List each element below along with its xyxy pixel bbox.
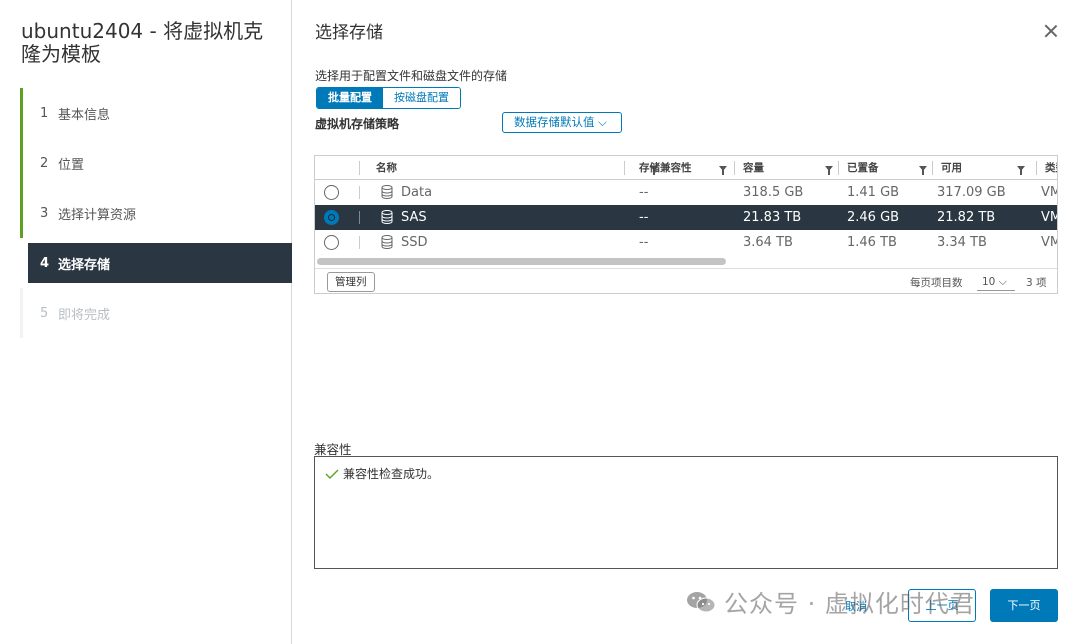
- table-row[interactable]: SSD -- 3.64 TB 1.46 TB 3.34 TB VM: [315, 230, 1057, 255]
- cell-free: 317.09 GB: [937, 185, 1006, 200]
- column-provisioned[interactable]: 已置备: [839, 156, 933, 180]
- per-page-label: 每页项目数: [910, 277, 963, 289]
- column-label: 已置备: [847, 162, 879, 174]
- step-number: 1: [40, 105, 49, 121]
- cell-name: SAS: [401, 210, 427, 225]
- wizard-sidebar: ubuntu2404 - 将虚拟机克隆为模板 1 基本信息 2 位置 3 选择计…: [0, 0, 292, 644]
- storage-policy-label: 虚拟机存储策略: [315, 117, 400, 131]
- datastore-icon: [381, 210, 393, 224]
- step-label: 即将完成: [58, 307, 111, 323]
- column-name[interactable]: 名称: [368, 156, 658, 180]
- step-number: 2: [40, 155, 49, 171]
- datastore-grid: 名称 存储兼容性 容量 已置备 可用 类 Data -- 318.5 GB 1.…: [314, 155, 1058, 294]
- cell-capacity: 3.64 TB: [743, 235, 793, 250]
- step-basic-info[interactable]: 1 基本信息: [20, 88, 292, 138]
- column-capacity[interactable]: 容量: [735, 156, 839, 180]
- datastore-icon: [381, 235, 393, 249]
- step-label: 基本信息: [58, 107, 111, 123]
- column-compatibility[interactable]: 存储兼容性: [631, 156, 735, 180]
- check-icon: [325, 469, 339, 479]
- item-count: 3 项: [1026, 277, 1047, 289]
- grid-footer: 管理列 每页项目数 10 ⌵ 3 项: [315, 268, 1057, 293]
- cell-compat: --: [639, 210, 649, 225]
- config-mode-toggle: 批量配置 按磁盘配置: [316, 87, 461, 109]
- column-label: 容量: [743, 162, 764, 174]
- filter-icon[interactable]: [1017, 166, 1025, 175]
- cell-type: VM: [1041, 210, 1057, 225]
- column-type[interactable]: 类型: [1037, 156, 1057, 180]
- step-select-storage[interactable]: 4 选择存储: [28, 243, 292, 283]
- cell-name: Data: [401, 185, 433, 200]
- per-page-select[interactable]: 10 ⌵: [977, 273, 1015, 291]
- grid-header: 名称 存储兼容性 容量 已置备 可用 类: [315, 156, 1057, 180]
- compatibility-message: 兼容性检查成功。: [325, 465, 439, 482]
- manage-columns-button[interactable]: 管理列: [327, 272, 375, 292]
- row-radio[interactable]: [324, 210, 339, 225]
- wizard-title: ubuntu2404 - 将虚拟机克隆为模板: [21, 19, 264, 66]
- step-label: 位置: [58, 157, 85, 173]
- column-label: 可用: [941, 162, 962, 174]
- storage-policy-select[interactable]: 数据存储默认值 ⌵: [502, 112, 622, 133]
- horizontal-scrollbar[interactable]: [317, 258, 726, 265]
- column-free[interactable]: 可用: [933, 156, 1037, 180]
- row-radio[interactable]: [324, 185, 339, 200]
- cell-type: VM: [1041, 185, 1057, 200]
- column-label: 名称: [376, 162, 397, 174]
- datastore-icon: [381, 185, 393, 199]
- step-label: 选择存储: [58, 257, 111, 273]
- cell-compat: --: [639, 235, 649, 250]
- cell-capacity: 318.5 GB: [743, 185, 804, 200]
- page-subtitle: 选择用于配置文件和磁盘文件的存储: [315, 69, 508, 83]
- step-ready-to-complete: 5 即将完成: [20, 288, 292, 338]
- compatibility-text: 兼容性检查成功。: [343, 467, 440, 481]
- page-title: 选择存储: [315, 23, 383, 43]
- per-disk-config-button[interactable]: 按磁盘配置: [383, 88, 460, 108]
- step-number: 3: [40, 205, 49, 221]
- cell-type: VM: [1041, 235, 1057, 250]
- cell-provisioned: 1.41 GB: [847, 185, 900, 200]
- cell-name: SSD: [401, 235, 428, 250]
- main-panel: 选择存储 选择用于配置文件和磁盘文件的存储 批量配置 按磁盘配置 虚拟机存储策略…: [292, 0, 1080, 644]
- filter-icon[interactable]: [719, 166, 727, 175]
- step-label: 选择计算资源: [58, 207, 137, 223]
- column-label: 存储兼容性: [639, 162, 692, 174]
- batch-config-button[interactable]: 批量配置: [317, 88, 383, 108]
- back-button[interactable]: 上一页: [908, 589, 976, 622]
- cell-free: 3.34 TB: [937, 235, 987, 250]
- table-row-selected[interactable]: SAS -- 21.83 TB 2.46 GB 21.82 TB VM: [315, 205, 1057, 230]
- cell-compat: --: [639, 185, 649, 200]
- compatibility-box: 兼容性检查成功。: [314, 456, 1058, 569]
- cancel-button[interactable]: 取消: [845, 598, 867, 614]
- cell-capacity: 21.83 TB: [743, 210, 802, 225]
- table-row[interactable]: Data -- 318.5 GB 1.41 GB 317.09 GB VM: [315, 180, 1057, 205]
- wizard-steps: 1 基本信息 2 位置 3 选择计算资源 4 选择存储 5 即将完成: [20, 88, 292, 338]
- filter-icon[interactable]: [919, 166, 927, 175]
- filter-icon[interactable]: [825, 166, 833, 175]
- row-radio[interactable]: [324, 235, 339, 250]
- step-location[interactable]: 2 位置: [20, 138, 292, 188]
- step-number: 4: [40, 255, 50, 271]
- cell-free: 21.82 TB: [937, 210, 996, 225]
- close-icon[interactable]: [1042, 22, 1060, 40]
- select-column-header: [315, 156, 360, 180]
- column-label: 类型: [1045, 162, 1057, 174]
- step-compute-resource[interactable]: 3 选择计算资源: [20, 188, 292, 238]
- cell-provisioned: 2.46 GB: [847, 210, 900, 225]
- next-button[interactable]: 下一页: [990, 589, 1058, 622]
- cell-provisioned: 1.46 TB: [847, 235, 897, 250]
- step-number: 5: [40, 305, 49, 321]
